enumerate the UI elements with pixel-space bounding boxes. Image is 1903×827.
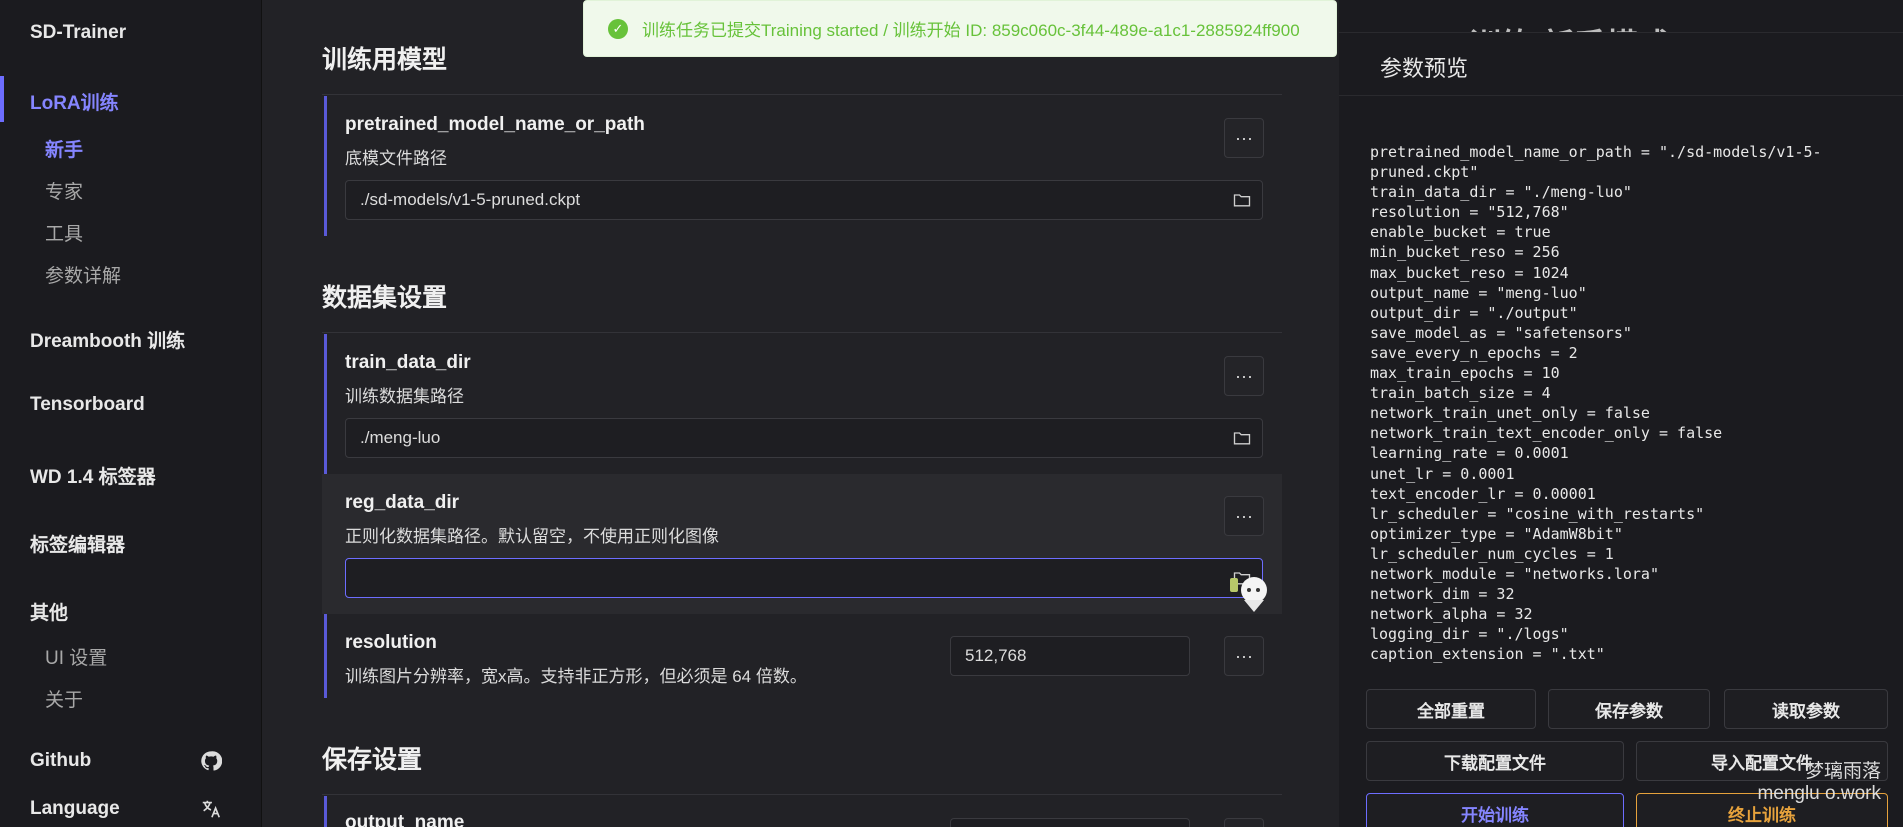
nav-tensorboard[interactable]: Tensorboard bbox=[30, 394, 145, 416]
param-desc: 底模文件路径 bbox=[345, 149, 447, 168]
resolution-input[interactable]: 512,768 bbox=[950, 636, 1190, 676]
param-name: pretrained_model_name_or_path bbox=[345, 114, 645, 135]
nav-github[interactable]: Github bbox=[30, 750, 91, 772]
param-resolution: resolution 训练图片分辨率，宽x高。支持非正方形，但必须是 64 倍数… bbox=[324, 614, 1282, 698]
download-config-button[interactable]: 下载配置文件 bbox=[1366, 741, 1624, 781]
reg-data-dir-input[interactable] bbox=[345, 558, 1263, 598]
section-title-model: 训练用模型 bbox=[322, 46, 448, 74]
more-options-button[interactable]: ··· bbox=[1224, 356, 1264, 396]
more-options-button[interactable]: ··· bbox=[1224, 636, 1264, 676]
success-check-icon: ✓ bbox=[608, 18, 628, 39]
more-options-button[interactable]: ··· bbox=[1224, 496, 1264, 536]
active-indicator bbox=[0, 76, 4, 122]
param-desc: 训练数据集路径 bbox=[345, 387, 464, 406]
main-content: 训练用模型 pretrained_model_name_or_path 底模文件… bbox=[262, 0, 1599, 827]
nav-wd-tagger[interactable]: WD 1.4 标签器 bbox=[30, 462, 156, 489]
param-output-name: output_name ··· bbox=[324, 796, 1282, 827]
section-title-save: 保存设置 bbox=[322, 746, 423, 774]
section-title-dataset: 数据集设置 bbox=[322, 284, 448, 312]
nav-lora-beginner[interactable]: 新手 bbox=[45, 135, 83, 162]
param-name: reg_data_dir bbox=[345, 492, 460, 513]
divider bbox=[322, 794, 1282, 795]
watermark-site: menglu o.work bbox=[1757, 783, 1881, 804]
nav-other: 其他 bbox=[30, 603, 69, 624]
nav-lora-training[interactable]: LoRA训练 bbox=[30, 88, 119, 115]
nav-dreambooth[interactable]: Dreambooth 训练 bbox=[30, 326, 185, 353]
params-preview-panel: 训练 新手模式 参数预览 pretrained_model_name_or_pa… bbox=[1339, 0, 1903, 827]
load-params-button[interactable]: 读取参数 bbox=[1724, 689, 1888, 729]
app-brand[interactable]: SD-Trainer bbox=[30, 22, 126, 44]
param-pretrained-model: pretrained_model_name_or_path 底模文件路径 ···… bbox=[324, 96, 1282, 236]
param-desc: 正则化数据集路径。默认留空，不使用正则化图像 bbox=[345, 527, 719, 546]
watermark-name: 梦璃雨落 bbox=[1804, 761, 1881, 782]
param-desc: 训练图片分辨率，宽x高。支持非正方形，但必须是 64 倍数。 bbox=[345, 667, 807, 686]
nav-lora-tools[interactable]: 工具 bbox=[45, 219, 83, 246]
output-name-input[interactable] bbox=[950, 818, 1190, 827]
more-options-button[interactable]: ··· bbox=[1224, 818, 1264, 827]
reset-all-button[interactable]: 全部重置 bbox=[1366, 689, 1536, 729]
input-value: ./sd-models/v1-5-pruned.ckpt bbox=[360, 190, 581, 209]
nav-ui-settings[interactable]: UI 设置 bbox=[45, 643, 107, 670]
more-options-button[interactable]: ··· bbox=[1224, 118, 1264, 158]
nav-about[interactable]: 关于 bbox=[45, 685, 83, 712]
divider bbox=[322, 332, 1282, 333]
folder-icon[interactable] bbox=[1232, 190, 1252, 210]
save-params-button[interactable]: 保存参数 bbox=[1548, 689, 1710, 729]
train-data-dir-input[interactable]: ./meng-luo bbox=[345, 418, 1263, 458]
param-reg-data-dir: reg_data_dir 正则化数据集路径。默认留空，不使用正则化图像 ··· bbox=[322, 474, 1282, 614]
mascot-sticker bbox=[1230, 577, 1267, 612]
param-name: resolution bbox=[345, 632, 437, 653]
params-preview-code: pretrained_model_name_or_path = "./sd-mo… bbox=[1370, 143, 1822, 664]
nav-language[interactable]: Language bbox=[30, 798, 120, 820]
nav-tag-editor[interactable]: 标签编辑器 bbox=[30, 530, 125, 557]
param-train-data-dir: train_data_dir 训练数据集路径 ··· ./meng-luo bbox=[324, 334, 1282, 474]
divider bbox=[322, 94, 1282, 95]
sidebar: SD-Trainer LoRA训练 新手 专家 工具 参数详解 Dreamboo… bbox=[0, 0, 262, 827]
param-name: train_data_dir bbox=[345, 352, 471, 373]
pretrained-model-path-input[interactable]: ./sd-models/v1-5-pruned.ckpt bbox=[345, 180, 1263, 220]
start-training-button[interactable]: 开始训练 bbox=[1366, 793, 1624, 827]
folder-icon[interactable] bbox=[1232, 428, 1252, 448]
param-name: output_name bbox=[345, 812, 465, 827]
github-icon[interactable] bbox=[198, 748, 224, 774]
input-value: ./meng-luo bbox=[360, 428, 441, 447]
success-toast: ✓ 训练任务已提交Training started / 训练开始 ID: 859… bbox=[583, 0, 1337, 57]
translate-icon[interactable] bbox=[198, 796, 224, 822]
toast-message: 训练任务已提交Training started / 训练开始 ID: 859c0… bbox=[642, 21, 1300, 40]
nav-lora-expert[interactable]: 专家 bbox=[45, 177, 83, 204]
panel-title: 参数预览 bbox=[1380, 56, 1469, 81]
nav-lora-params-detail[interactable]: 参数详解 bbox=[45, 261, 121, 288]
panel-header: 参数预览 bbox=[1339, 32, 1903, 96]
